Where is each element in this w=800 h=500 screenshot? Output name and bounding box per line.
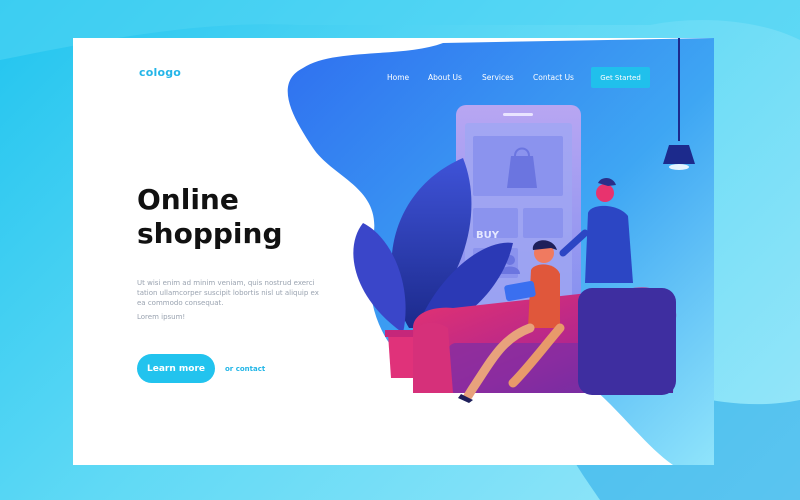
logo[interactable]: cologo [139, 66, 181, 79]
title-line-2: shopping [137, 217, 283, 250]
nav-about-us[interactable]: About Us [428, 73, 462, 82]
nav-home[interactable]: Home [387, 73, 409, 82]
buy-label: BUY [476, 230, 500, 241]
hero-body-text: Ut wisi enim ad minim veniam, quis nostr… [137, 279, 319, 307]
nav-services[interactable]: Services [482, 73, 514, 82]
hero-illustration: BUY [287, 38, 714, 465]
lorem-ipsum-text: Lorem ipsum! [137, 313, 186, 321]
learn-more-button[interactable]: Learn more [137, 354, 215, 383]
title-line-1: Online [137, 183, 239, 216]
nav-contact-us[interactable]: Contact Us [533, 73, 574, 82]
page-title: Online shopping [137, 183, 357, 251]
get-started-button[interactable]: Get Started [591, 67, 650, 88]
landing-card: BUY cologo Home About Us Services Contac… [73, 38, 714, 465]
contact-link[interactable]: or contact [225, 365, 265, 373]
